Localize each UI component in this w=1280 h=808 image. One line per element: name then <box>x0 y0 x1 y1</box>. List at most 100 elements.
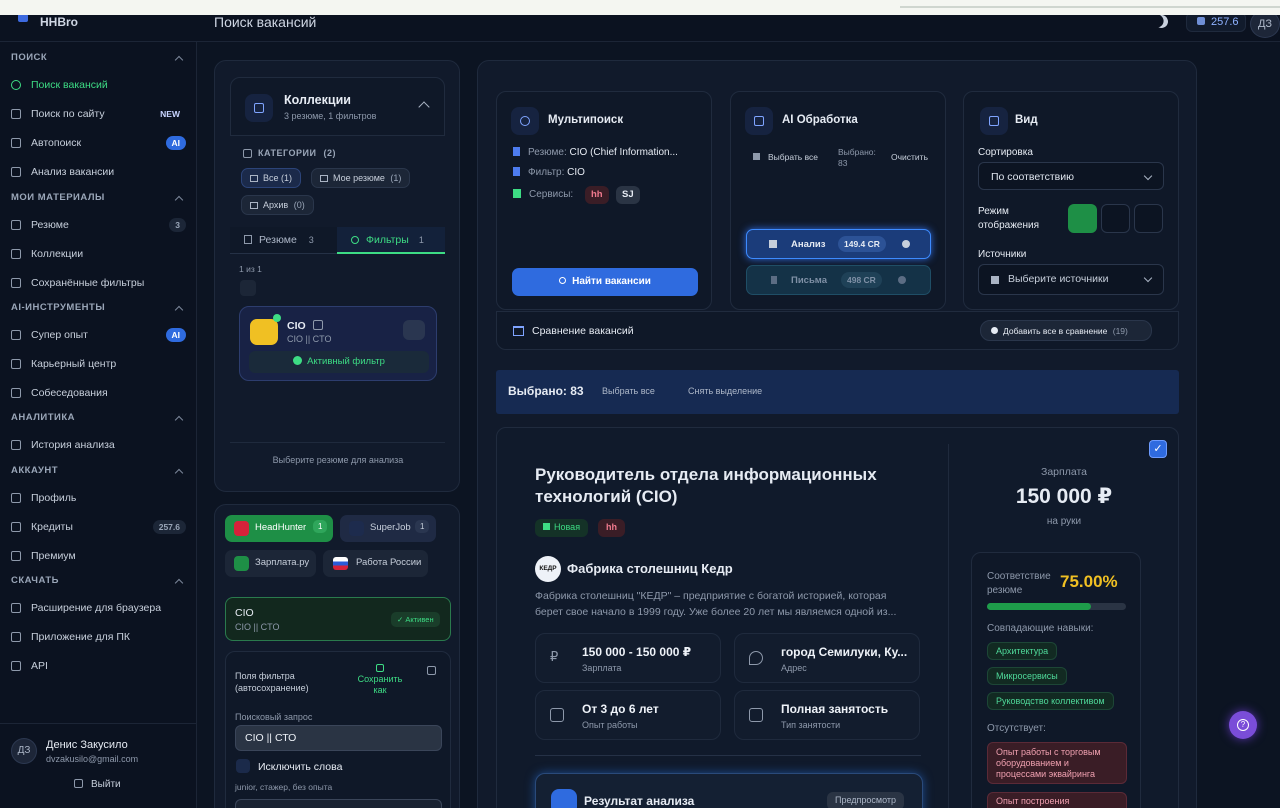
sidebar-item[interactable]: Поиск вакансий <box>0 72 196 98</box>
sidebar-item[interactable]: Приложение для ПК <box>0 624 196 650</box>
analysis-button[interactable]: Анализ 149.4 CR <box>746 229 931 259</box>
select-all-ai[interactable]: Выбрать все <box>753 152 818 162</box>
external-link-icon[interactable] <box>427 666 436 675</box>
monitor-icon <box>11 632 21 642</box>
sidebar-item-label: Супер опыт <box>31 329 88 341</box>
category-chip-my-resume[interactable]: Мое резюме (1) <box>311 168 411 188</box>
sidebar: ПОИСК Поиск вакансий Поиск по сайту NEW Авто… <box>0 42 197 808</box>
logout-button[interactable]: Выйти <box>74 779 121 790</box>
divider <box>230 442 445 443</box>
select-all-button[interactable]: Выбрать все <box>602 386 655 396</box>
sidebar-item-label: Коллекции <box>31 248 84 260</box>
sidebar-item[interactable]: Коллекции <box>0 241 196 267</box>
folder-icon <box>11 249 21 259</box>
vacancy-title[interactable]: Руководитель отдела информационных техно… <box>535 464 915 508</box>
tab-resume[interactable]: Резюме 3 <box>230 227 337 254</box>
sidebar-item[interactable]: Резюме 3 <box>0 212 196 238</box>
user-avatar[interactable]: ДЗ <box>11 738 37 764</box>
archive-icon <box>250 202 258 209</box>
company-name[interactable]: Фабрика столешниц Кедр <box>567 561 733 576</box>
document-icon <box>771 276 777 284</box>
exclude-input[interactable] <box>235 799 442 808</box>
vacancy-card[interactable]: Руководитель отдела информационных техно… <box>496 427 1179 808</box>
sort-select[interactable]: По соответствию <box>978 162 1164 190</box>
salary-note: на руки <box>1046 516 1082 527</box>
multisearch-card: Мультипоиск Резюме: CIO (Chief Informati… <box>496 91 712 310</box>
sources-label: Источники <box>978 249 1027 260</box>
chevron-up-icon[interactable] <box>174 468 184 478</box>
sidebar-item[interactable]: Поиск по сайту NEW <box>0 101 196 127</box>
add-all-compare-button[interactable]: Добавить все в сравнение (19) <box>980 320 1152 341</box>
clear-button[interactable]: Очистить <box>891 152 928 162</box>
sources-select[interactable]: Выберите источники <box>978 264 1164 295</box>
sidebar-item[interactable]: Кредиты 257.6 <box>0 514 196 540</box>
rename-icon[interactable] <box>313 320 323 330</box>
credits-balance[interactable]: 257.6 <box>1186 12 1246 32</box>
sidebar-item-label: Приложение для ПК <box>31 631 131 643</box>
theme-toggle-moon-icon[interactable] <box>1153 13 1170 30</box>
select-checkbox[interactable]: ✓ <box>1149 440 1167 458</box>
source-zarplata[interactable]: Зарплата.ру <box>225 550 316 577</box>
fields-title: Поля фильтра (автосохранение) <box>235 671 309 693</box>
deselect-button[interactable]: Снять выделение <box>688 386 762 396</box>
analysis-result-card[interactable]: Результат анализа Предпросмотр <box>535 773 923 808</box>
category-chip-all[interactable]: Все (1) <box>241 168 302 188</box>
ruble-icon: ₽ <box>550 649 559 664</box>
sidebar-item-label: Поиск вакансий <box>31 79 108 91</box>
sidebar-item[interactable]: Профиль <box>0 485 196 511</box>
help-button[interactable]: ? <box>1229 711 1257 739</box>
chevron-up-icon[interactable] <box>174 415 184 425</box>
collapse-chevron-icon[interactable] <box>418 101 430 113</box>
preview-button[interactable]: Предпросмотр <box>827 792 905 808</box>
question-icon: ? <box>1237 719 1249 731</box>
sidebar-item-label: Резюме <box>31 219 69 231</box>
chevron-up-icon[interactable] <box>174 195 184 205</box>
code-icon <box>11 661 21 671</box>
collections-footer: Выберите резюме для анализа <box>272 455 404 465</box>
folder-icon <box>250 175 258 182</box>
mode-label: Режим отображения <box>978 206 1039 231</box>
save-as-button[interactable]: Сохранить как <box>354 664 406 696</box>
tab-filters[interactable]: Фильтры 1 <box>337 227 445 254</box>
sidebar-item[interactable]: История анализа <box>0 432 196 458</box>
sidebar-item[interactable]: Карьерный центр <box>0 351 196 377</box>
mode-grid-button[interactable] <box>1134 204 1163 233</box>
mode-cards-button[interactable] <box>1068 204 1097 233</box>
robot-icon <box>11 138 21 148</box>
sidebar-item[interactable]: Анализ вакансии <box>0 159 196 185</box>
sidebar-item[interactable]: Премиум <box>0 543 196 569</box>
query-label: Поисковый запрос <box>235 712 313 722</box>
query-input[interactable]: CIO || СТО <box>235 725 442 751</box>
sidebar-item[interactable]: Супер опыт AI <box>0 322 196 348</box>
sidebar-item[interactable]: API <box>0 653 196 679</box>
missing-label: Отсутствует: <box>987 723 1046 734</box>
filter-card-subtitle: CIO || CTO <box>287 334 332 344</box>
sidebar-item[interactable]: Сохранённые фильтры <box>0 270 196 296</box>
robot-icon <box>551 789 577 808</box>
find-vacancies-button[interactable]: Найти вакансии <box>512 268 698 296</box>
pencil-button[interactable] <box>403 320 425 340</box>
chevron-up-icon[interactable] <box>174 55 184 65</box>
document-icon <box>513 147 520 156</box>
mode-list-button[interactable] <box>1101 204 1130 233</box>
source-headhunter[interactable]: HeadHunter 1 <box>225 515 333 542</box>
sidebar-item[interactable]: Расширение для браузера <box>0 595 196 621</box>
chevron-up-icon[interactable] <box>174 305 184 315</box>
collections-header: Коллекции 3 резюме, 1 фильтров <box>230 77 445 136</box>
active-filter-card[interactable]: CIO CIO || CTO ✓ Активен <box>225 597 451 641</box>
info-icon <box>902 240 910 248</box>
source-superjob[interactable]: SuperJob 1 <box>340 515 436 542</box>
letters-button[interactable]: Письма 498 CR <box>746 265 931 295</box>
match-bar-fill <box>987 603 1092 610</box>
category-chip-archive[interactable]: Архив (0) <box>241 195 314 215</box>
sidebar-section-title: МОИ МАТЕРИАЛЫ <box>11 192 105 203</box>
sidebar-item[interactable]: Автопоиск AI <box>0 130 196 156</box>
filter-card[interactable]: CIO CIO || CTO Активный фильтр <box>239 306 437 381</box>
filter-icon <box>991 276 999 284</box>
sidebar-badge: 3 <box>169 218 186 232</box>
source-rabota-rossii[interactable]: Работа России <box>323 550 428 577</box>
chevron-up-icon[interactable] <box>174 578 184 588</box>
main-panel: Мультипоиск Резюме: CIO (Chief Informati… <box>477 60 1197 808</box>
sidebar-item[interactable]: Собеседования <box>0 380 196 406</box>
edit-icon[interactable] <box>240 280 256 296</box>
